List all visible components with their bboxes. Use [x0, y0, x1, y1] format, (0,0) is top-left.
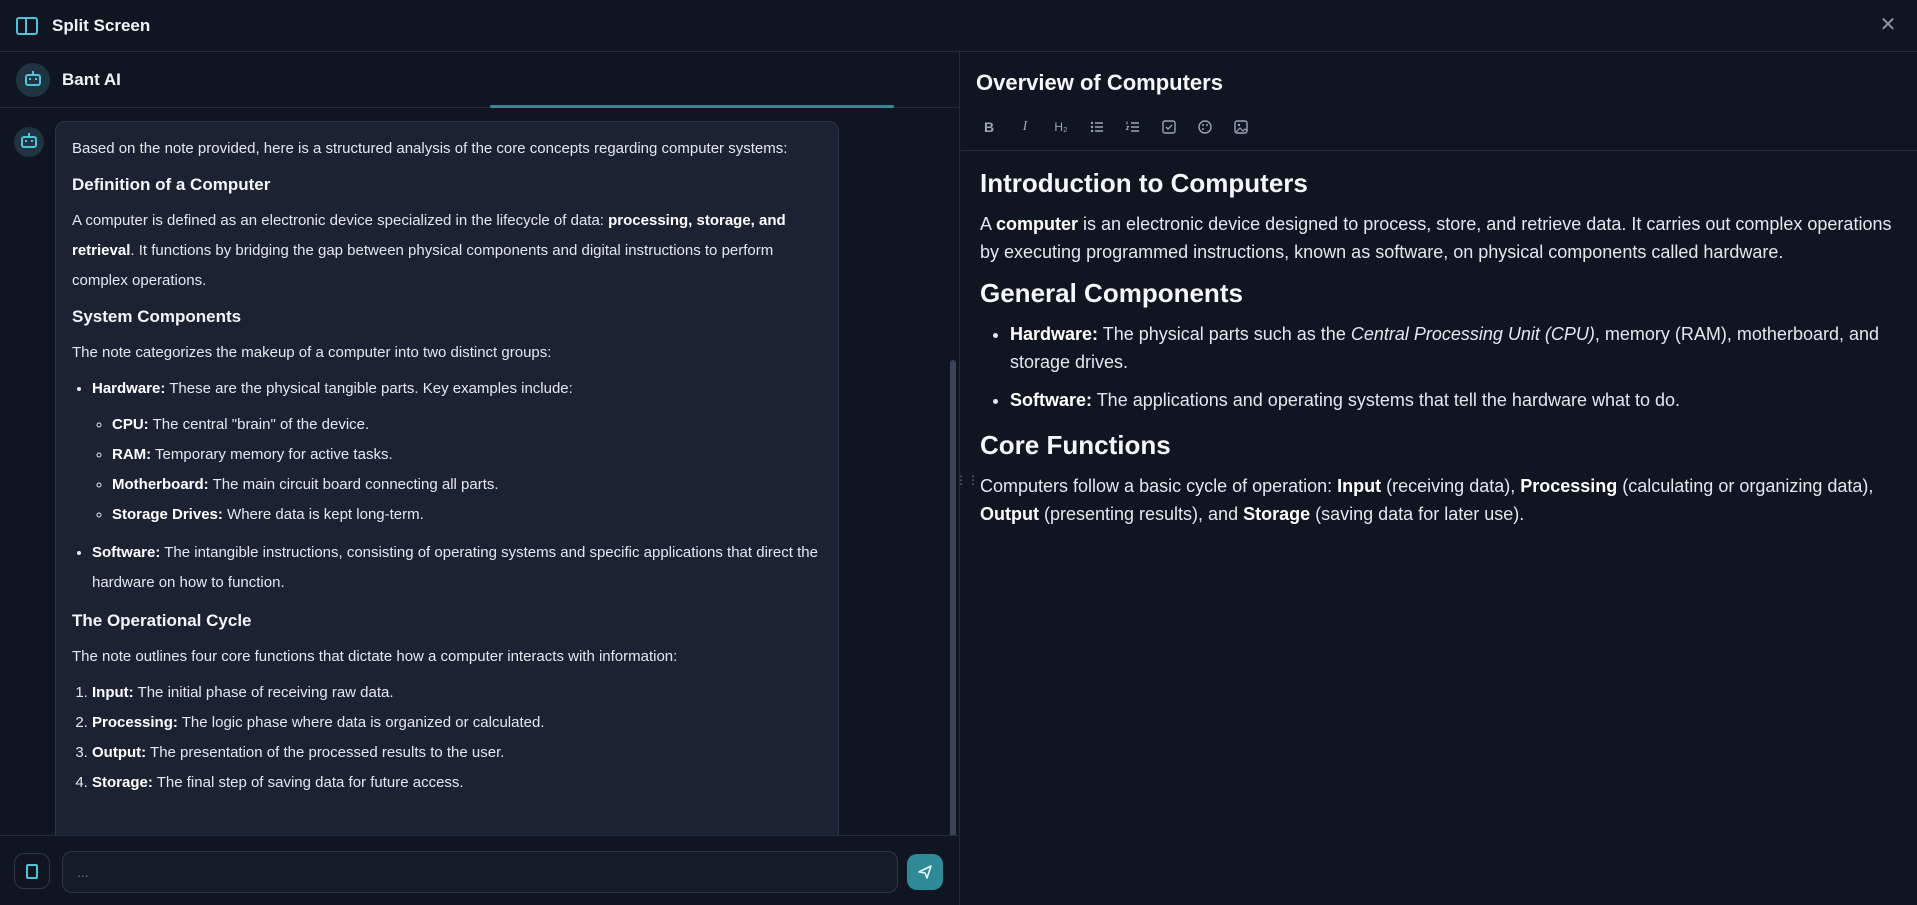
- bold-button[interactable]: B: [976, 114, 1002, 140]
- note-title[interactable]: Overview of Computers: [976, 70, 1223, 96]
- list-item: Input: The initial phase of receiving ra…: [92, 678, 822, 708]
- formatting-toolbar: B I H₂: [976, 114, 1264, 140]
- color-button[interactable]: [1192, 114, 1218, 140]
- checklist-button[interactable]: [1156, 114, 1182, 140]
- message-avatar: [14, 127, 44, 157]
- list-item: Processing: The logic phase where data i…: [92, 708, 822, 738]
- components-heading: General Components: [980, 278, 1243, 308]
- split-screen-window: Split Screen ✕ Bant AI Based on the note…: [0, 0, 1917, 905]
- italic-icon: I: [1022, 119, 1028, 134]
- toolbar-divider: [961, 150, 1917, 151]
- list-item: Hardware: These are the physical tangibl…: [92, 374, 822, 530]
- bullet-list-button[interactable]: [1084, 114, 1110, 140]
- definition-paragraph: A computer is defined as an electronic d…: [72, 212, 786, 289]
- chat-scrollbar[interactable]: [950, 360, 956, 835]
- list-item: CPU: The central "brain" of the device.: [112, 410, 822, 440]
- bold-icon: B: [983, 119, 995, 135]
- components-intro: The note categorizes the makeup of a com…: [72, 344, 552, 361]
- functions-paragraph: Computers follow a basic cycle of operat…: [980, 476, 1874, 524]
- note-content[interactable]: Introduction to Computers A computer is …: [980, 162, 1900, 534]
- cycle-heading: The Operational Cycle: [72, 611, 252, 630]
- intro-paragraph: A computer is an electronic device desig…: [980, 214, 1892, 262]
- bot-avatar: [16, 62, 50, 97]
- chat-messages[interactable]: Based on the note provided, here is a st…: [0, 108, 958, 835]
- assistant-message: Based on the note provided, here is a st…: [55, 121, 839, 835]
- chat-header: Bant AI: [0, 52, 959, 108]
- components-list: Hardware: These are the physical tangibl…: [72, 374, 822, 598]
- robot-icon: [25, 70, 41, 86]
- bullet-list-icon: [1090, 121, 1103, 133]
- hardware-sublist: CPU: The central "brain" of the device. …: [92, 410, 822, 530]
- title-bar: Split Screen ✕: [0, 0, 1917, 52]
- image-button[interactable]: [1228, 114, 1254, 140]
- document-icon: [26, 863, 38, 879]
- window-title: Split Screen: [52, 15, 151, 35]
- list-item: Software: The applications and operating…: [1010, 386, 1900, 414]
- list-item: Hardware: The physical parts such as the…: [1010, 320, 1900, 376]
- chat-composer: [0, 835, 958, 905]
- image-icon: [1234, 120, 1248, 134]
- checkbox-icon: [1162, 120, 1176, 134]
- close-icon[interactable]: ✕: [1877, 14, 1899, 36]
- chat-pane: Bant AI Based on the note provided, here…: [0, 52, 960, 905]
- cycle-intro: The note outlines four core functions th…: [72, 648, 678, 665]
- split-screen-icon: [16, 16, 38, 35]
- chat-input[interactable]: [62, 851, 898, 893]
- numbered-list-icon: [1125, 121, 1139, 132]
- intro-heading: Introduction to Computers: [980, 168, 1308, 198]
- definition-heading: Definition of a Computer: [72, 175, 271, 194]
- bot-name: Bant AI: [62, 69, 121, 89]
- numbered-list-button[interactable]: [1120, 114, 1146, 140]
- list-item: Motherboard: The main circuit board conn…: [112, 470, 822, 500]
- components-heading: System Components: [72, 307, 242, 326]
- message-intro: Based on the note provided, here is a st…: [72, 140, 788, 157]
- list-item: Storage Drives: Where data is kept long-…: [112, 500, 822, 530]
- list-item: Output: The presentation of the processe…: [92, 738, 822, 768]
- heading-icon: H₂: [1054, 120, 1068, 134]
- palette-icon: [1198, 120, 1212, 134]
- send-icon: [918, 865, 932, 879]
- editor-pane: Overview of Computers B I H₂ Introductio: [961, 52, 1917, 905]
- attach-note-button[interactable]: [14, 853, 50, 889]
- cycle-list: Input: The initial phase of receiving ra…: [72, 678, 822, 798]
- heading-button[interactable]: H₂: [1048, 114, 1074, 140]
- robot-icon: [21, 133, 37, 148]
- send-button[interactable]: [907, 854, 943, 890]
- list-item: Software: The intangible instructions, c…: [92, 538, 822, 598]
- italic-button[interactable]: I: [1012, 114, 1038, 140]
- functions-heading: Core Functions: [980, 430, 1171, 460]
- list-item: RAM: Temporary memory for active tasks.: [112, 440, 822, 470]
- components-list: Hardware: The physical parts such as the…: [980, 320, 1900, 414]
- list-item: Storage: The final step of saving data f…: [92, 768, 822, 798]
